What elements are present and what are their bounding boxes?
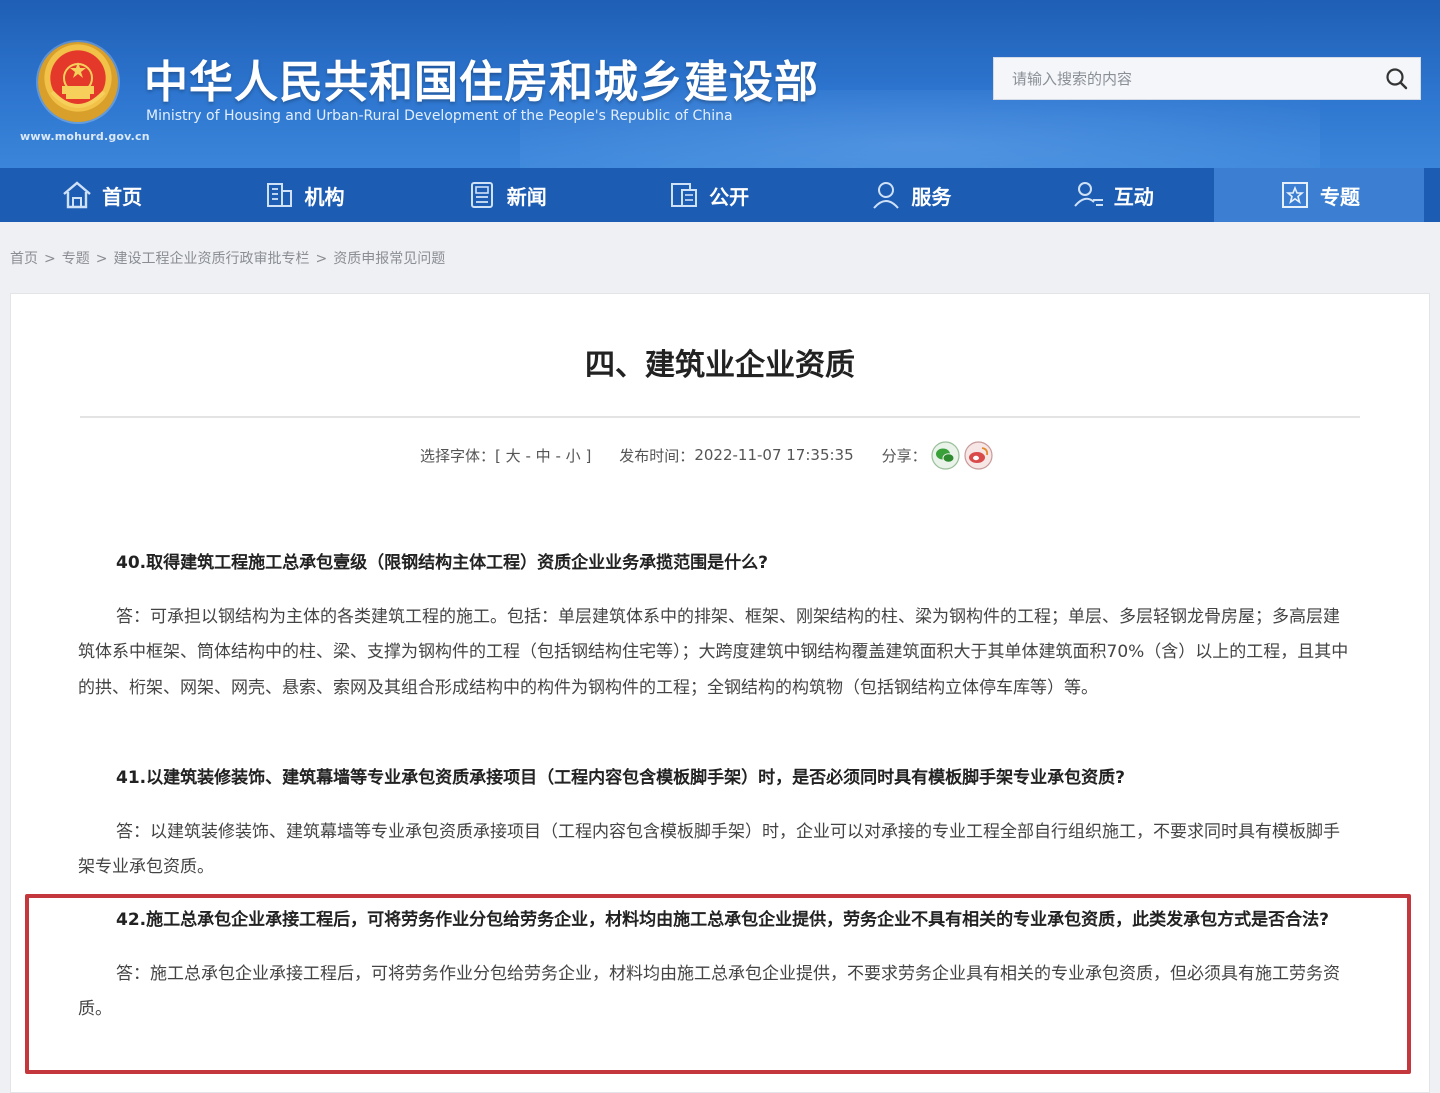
font-size-close: ]	[585, 446, 592, 465]
share-label: 分享：	[881, 446, 927, 465]
font-size-dash: -	[525, 446, 531, 465]
nav-label: 机构	[304, 184, 345, 209]
site-subtitle: Ministry of Housing and Urban-Rural Deve…	[146, 108, 733, 124]
main-nav: 首页 机构 新闻 公开 服务 互动 专题	[0, 168, 1440, 222]
service-icon	[873, 182, 900, 209]
breadcrumb: 首页 > 专题 > 建设工程企业资质行政审批专栏 > 资质申报常见问题	[10, 248, 445, 268]
qa-item-40: 40.取得建筑工程施工总承包壹级（限钢结构主体工程）资质企业业务承揽范围是什么?…	[78, 546, 1356, 706]
interaction-icon	[1073, 182, 1103, 207]
nav-item-service[interactable]: 服务	[809, 168, 1011, 222]
building-icon	[267, 183, 293, 207]
wechat-share-icon[interactable]	[931, 440, 960, 470]
site-title[interactable]: 中华人民共和国住房和城乡建设部	[144, 46, 819, 110]
breadcrumb-item-home[interactable]: 首页	[10, 251, 38, 267]
font-size-medium[interactable]: 中	[536, 447, 551, 465]
breadcrumb-item-current[interactable]: 资质申报常见问题	[333, 251, 445, 267]
home-icon	[63, 181, 91, 209]
news-icon	[470, 182, 493, 208]
breadcrumb-separator: >	[44, 251, 56, 267]
open-info-icon	[671, 183, 698, 207]
nav-label: 服务	[911, 184, 952, 209]
nav-item-topic[interactable]: 专题	[1213, 168, 1425, 222]
question-text: 40.取得建筑工程施工总承包壹级（限钢结构主体工程）资质企业业务承揽范围是什么?	[116, 553, 768, 573]
national-emblem-icon[interactable]	[38, 42, 118, 122]
font-size-small[interactable]: 小	[566, 447, 581, 465]
question-text: 42.施工总承包企业承接工程后，可将劳务作业分包给劳务企业，材料均由施工总承包企…	[116, 910, 1329, 930]
nav-item-home[interactable]: 首页	[0, 168, 202, 222]
search-icon[interactable]	[1384, 66, 1410, 92]
question-text: 41.以建筑装修装饰、建筑幕墙等专业承包资质承接项目（工程内容包含模板脚手架）时…	[116, 768, 1125, 788]
nav-label: 专题	[1320, 184, 1360, 209]
font-size-dash: -	[555, 446, 561, 465]
qa-item-42: 42.施工总承包企业承接工程后，可将劳务作业分包给劳务企业，材料均由施工总承包企…	[78, 903, 1356, 1028]
title-divider	[80, 416, 1360, 418]
nav-item-news[interactable]: 新闻	[405, 168, 607, 222]
page-title: 四、建筑业企业资质	[585, 348, 855, 383]
breadcrumb-separator: >	[315, 251, 328, 267]
weibo-share-icon[interactable]	[964, 440, 993, 470]
publish-time: 2022-11-07 17:35:35	[694, 446, 854, 464]
nav-label: 公开	[709, 184, 750, 209]
answer-text: 答：以建筑装修装饰、建筑幕墙等专业承包资质承接项目（工程内容包含模板脚手架）时，…	[78, 821, 1340, 878]
topic-icon	[1282, 182, 1308, 208]
nav-end-pad	[1424, 168, 1440, 222]
font-size-selector: 选择字体：[ 大 - 中 - 小 ]	[420, 445, 591, 466]
breadcrumb-separator: >	[95, 251, 108, 267]
nav-label: 首页	[102, 184, 143, 209]
font-size-large[interactable]: 大	[506, 447, 521, 465]
site-header: www.mohurd.gov.cn 中华人民共和国住房和城乡建设部 Minist…	[0, 0, 1440, 168]
search-input[interactable]	[994, 58, 1364, 99]
answer-text: 答：可承担以钢结构为主体的各类建筑工程的施工。包括：单层建筑体系中的排架、框架、…	[78, 606, 1349, 698]
search-box	[993, 57, 1421, 100]
publish-label: 发布时间：	[619, 446, 695, 465]
answer-text: 答：施工总承包企业承接工程后，可将劳务作业分包给劳务企业，材料均由施工总承包企业…	[78, 963, 1340, 1020]
nav-item-interaction[interactable]: 互动	[1012, 168, 1214, 222]
breadcrumb-item-column[interactable]: 建设工程企业资质行政审批专栏	[113, 251, 309, 267]
font-size-label: 选择字体：[	[420, 446, 501, 465]
qa-item-41: 41.以建筑装修装饰、建筑幕墙等专业承包资质承接项目（工程内容包含模板脚手架）时…	[78, 761, 1356, 886]
nav-item-organization[interactable]: 机构	[202, 168, 404, 222]
nav-item-open[interactable]: 公开	[607, 168, 809, 222]
site-url: www.mohurd.gov.cn	[20, 130, 150, 143]
breadcrumb-item-topic[interactable]: 专题	[62, 251, 90, 267]
nav-label: 互动	[1113, 184, 1154, 209]
nav-label: 新闻	[506, 184, 547, 209]
article-meta: 选择字体：[ 大 - 中 - 小 ] 发布时间： 2022-11-07 17:3…	[420, 440, 993, 470]
